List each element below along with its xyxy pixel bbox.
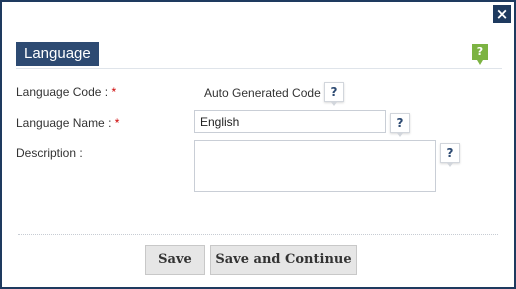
description-textarea[interactable] xyxy=(194,140,436,192)
language-name-label-text: Language Name : xyxy=(16,116,112,130)
language-name-label: Language Name : * xyxy=(16,116,119,130)
close-icon[interactable]: × xyxy=(493,5,511,23)
dialog-title: Language xyxy=(16,42,99,66)
required-marker: * xyxy=(114,116,120,130)
description-label: Description : xyxy=(16,146,83,160)
footer-divider xyxy=(18,234,498,235)
language-code-help-icon[interactable]: ? xyxy=(324,82,344,106)
language-code-label: Language Code : * xyxy=(16,85,116,99)
help-icon[interactable]: ? xyxy=(472,44,488,65)
save-button[interactable]: Save xyxy=(145,245,205,275)
language-name-help-icon[interactable]: ? xyxy=(390,113,410,137)
dialog-header: Language ? xyxy=(16,42,502,69)
required-marker: * xyxy=(111,85,117,99)
language-code-value: Auto Generated Code xyxy=(204,86,321,100)
language-name-input[interactable] xyxy=(194,110,386,133)
language-code-label-text: Language Code : xyxy=(16,85,109,99)
save-and-continue-button[interactable]: Save and Continue xyxy=(210,245,357,275)
language-dialog: × Language ? Language Code : * Auto Gene… xyxy=(0,0,516,289)
description-help-icon[interactable]: ? xyxy=(440,143,460,167)
